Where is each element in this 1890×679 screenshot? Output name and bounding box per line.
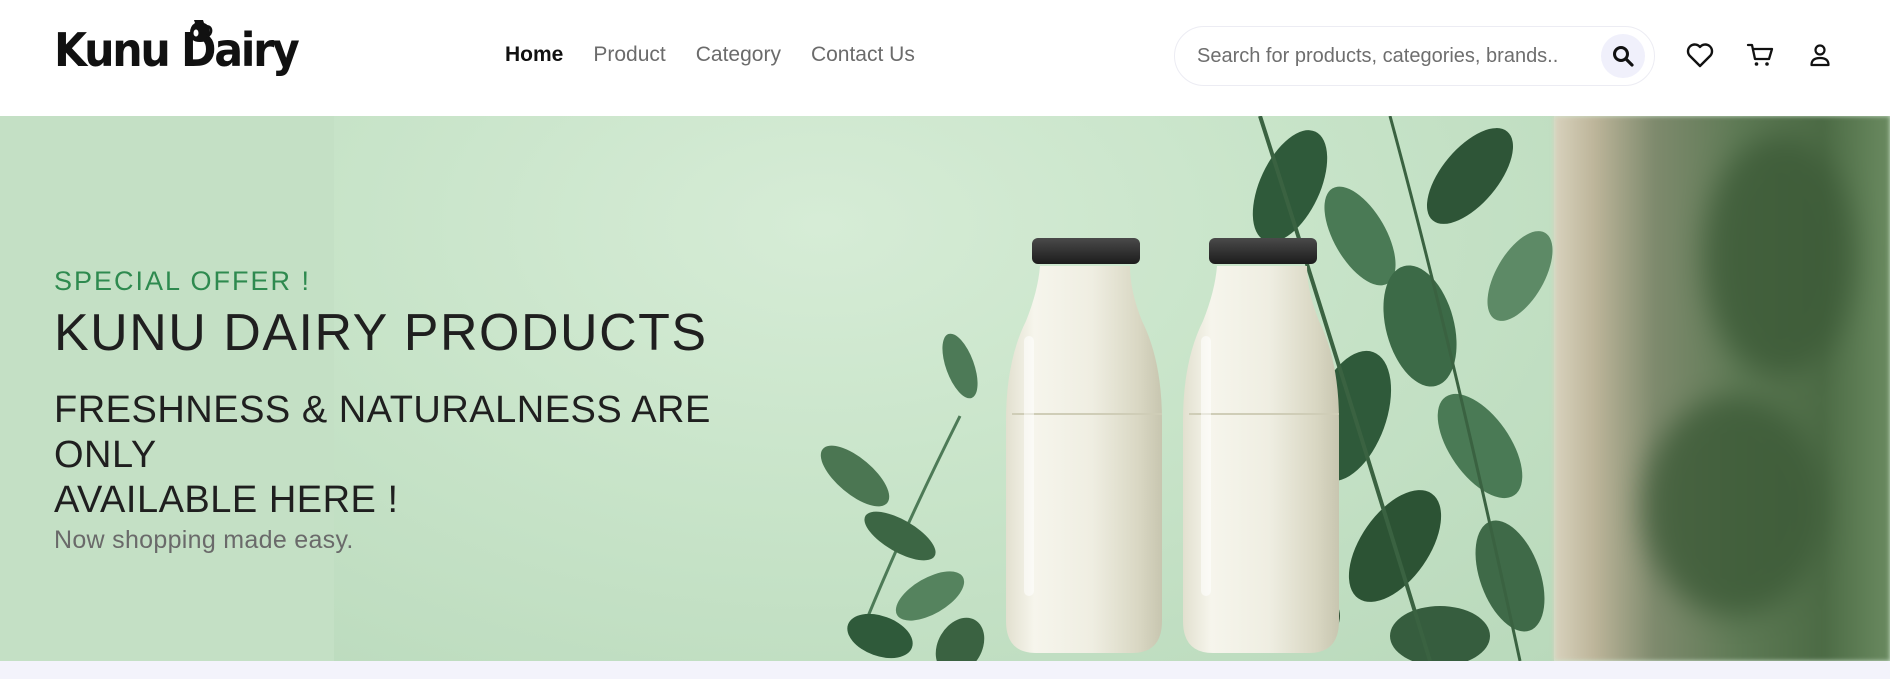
wishlist-button[interactable] (1685, 40, 1715, 70)
account-button[interactable] (1805, 40, 1835, 70)
heart-icon (1686, 43, 1714, 68)
milk-bottle-left (1006, 238, 1162, 653)
hero-next-slide-preview (1554, 116, 1890, 661)
search-icon (1613, 46, 1634, 67)
nav-product[interactable]: Product (593, 40, 665, 70)
nav-home[interactable]: Home (505, 40, 563, 70)
nav-category[interactable]: Category (696, 40, 781, 70)
hero-banner: SPECIAL OFFER ! KUNU DAIRY PRODUCTS FRES… (0, 116, 1890, 661)
special-offer-label: SPECIAL OFFER ! (54, 266, 312, 296)
search-bar (1174, 26, 1655, 86)
nav-contact-us[interactable]: Contact Us (811, 40, 915, 70)
cart-icon (1746, 43, 1774, 66)
user-icon (1810, 44, 1830, 67)
search-button[interactable] (1601, 34, 1645, 78)
cart-button[interactable] (1745, 40, 1775, 70)
brand-logo[interactable]: Kunu Dairy (54, 20, 316, 80)
hero-subtitle-line-1: FRESHNESS & NATURALNESS ARE ONLY (54, 389, 711, 476)
leaves-decoration (820, 116, 1553, 661)
main-nav: Home Product Category Contact Us (505, 40, 915, 70)
hero-subtitle-line-2: AVAILABLE HERE ! (54, 479, 399, 521)
section-divider (0, 661, 1890, 679)
search-input[interactable] (1197, 27, 1579, 85)
milk-bottle-right (1183, 238, 1339, 653)
site-header: Kunu Dairy Home Product Category Contact… (0, 0, 1890, 116)
brand-name: Kunu Dairy (54, 23, 300, 77)
milk-jug-icon (190, 20, 213, 42)
hero-title: KUNU DAIRY PRODUCTS (54, 304, 708, 362)
hero-text-block: SPECIAL OFFER ! KUNU DAIRY PRODUCTS FRES… (54, 264, 814, 555)
hero-subtitle: FRESHNESS & NATURALNESS ARE ONLY AVAILAB… (54, 388, 814, 523)
hero-tagline: Now shopping made easy. (54, 526, 354, 554)
